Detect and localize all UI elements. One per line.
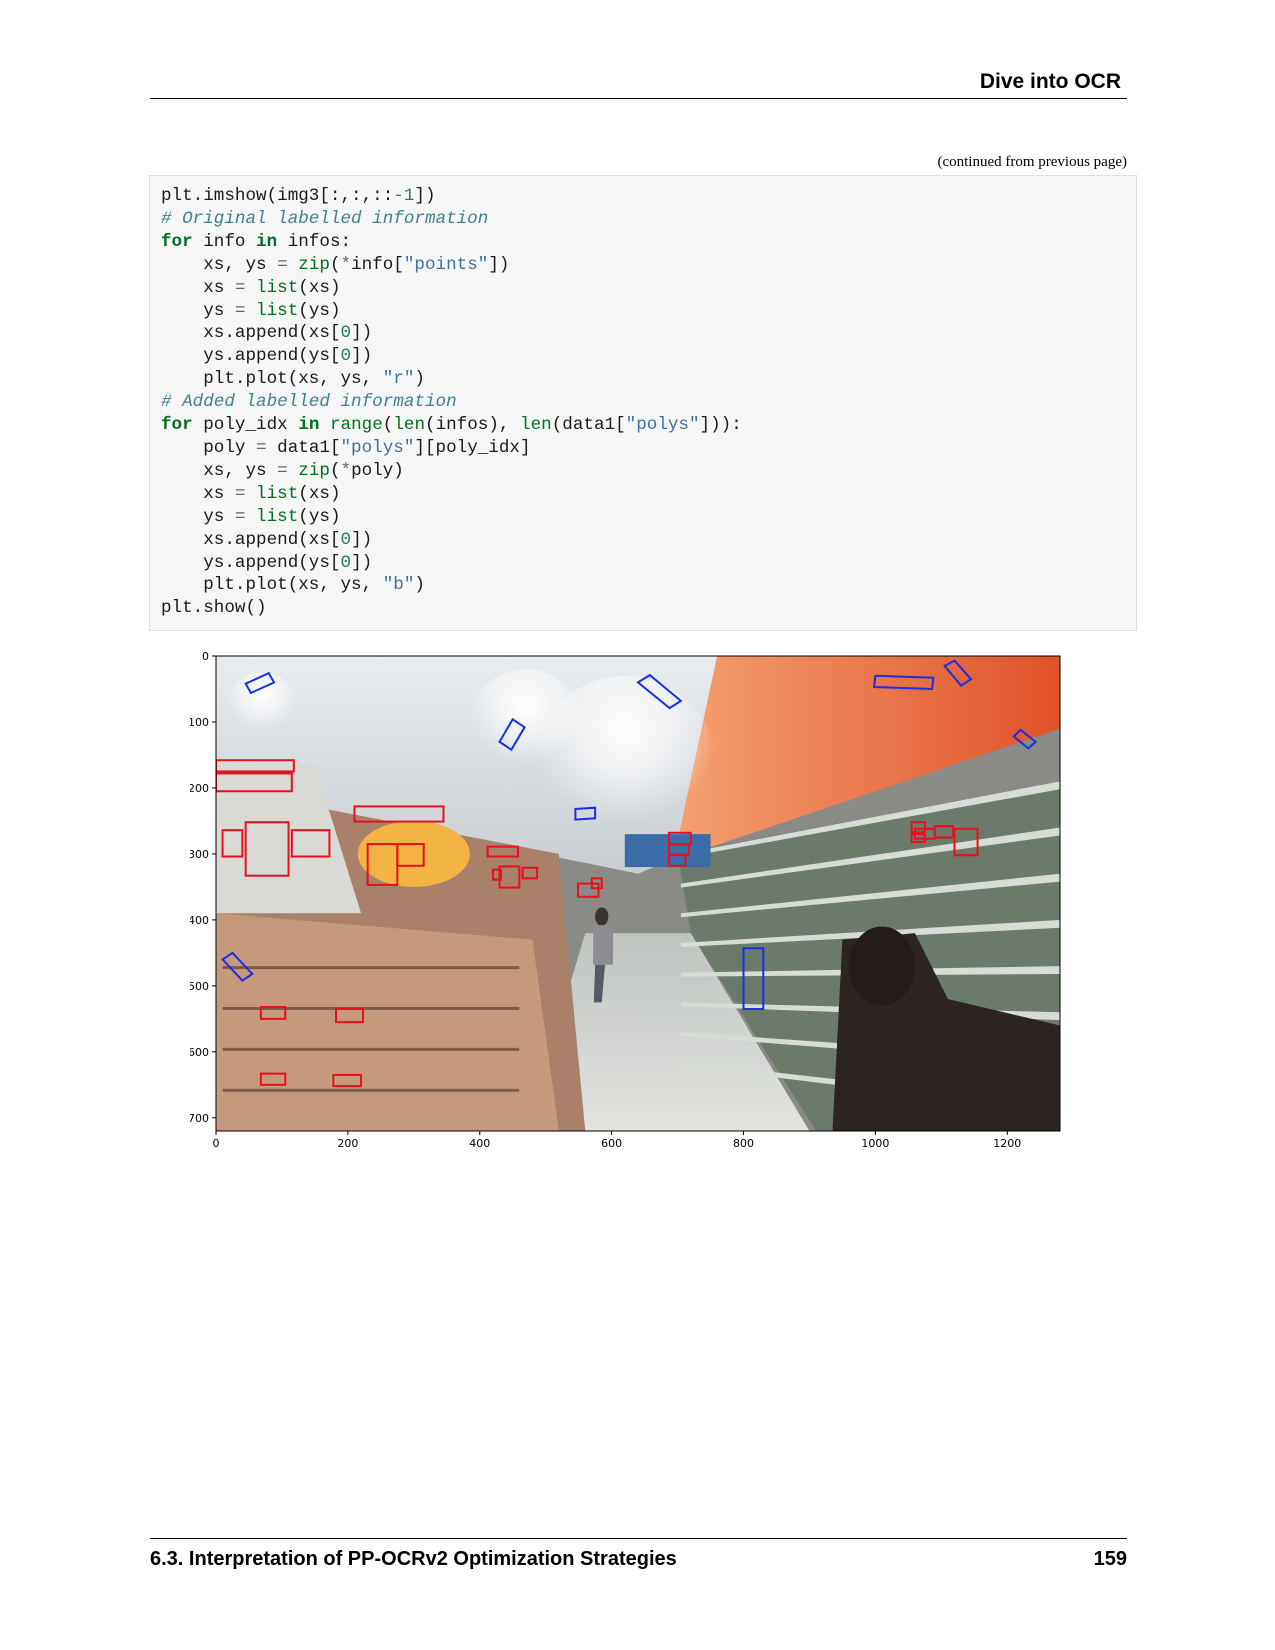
y-tick-label: 600 <box>190 1046 209 1059</box>
x-tick-label: 0 <box>213 1137 220 1150</box>
code-line: ys = list(ys) <box>161 300 341 321</box>
x-tick-label: 200 <box>337 1137 358 1150</box>
code-block: plt.imshow(img3[:,:,::-1]) # Original la… <box>149 175 1137 631</box>
code-line: ys.append(ys[0]) <box>161 346 373 367</box>
x-tick-label: 1000 <box>861 1137 889 1150</box>
x-tick-label: 1200 <box>993 1137 1021 1150</box>
code-line: plt.plot(xs, ys, "r") <box>161 369 425 390</box>
code-line: ys = list(ys) <box>161 506 341 527</box>
code-line: plt.show() <box>161 598 267 619</box>
code-line: # Original labelled information <box>161 208 489 229</box>
y-tick-label: 100 <box>190 716 209 729</box>
code-line: xs = list(xs) <box>161 483 341 504</box>
code-line: for info in infos: <box>161 231 352 252</box>
code-line: xs, ys = zip(*poly) <box>161 460 404 481</box>
y-axis: 0 100 200 300 400 500 600 700 <box>190 650 216 1125</box>
price-burst <box>357 820 470 887</box>
running-footer: 6.3. Interpretation of PP-OCRv2 Optimiza… <box>150 1538 1127 1573</box>
x-tick-label: 800 <box>733 1137 754 1150</box>
code-line: for poly_idx in range(len(infos), len(da… <box>161 415 742 436</box>
y-tick-label: 500 <box>190 980 209 993</box>
footer-section-title: 6.3. Interpretation of PP-OCRv2 Optimiza… <box>150 1548 677 1570</box>
y-tick-label: 0 <box>202 650 209 663</box>
code-line: plt.imshow(img3[:,:,::-1]) <box>161 186 436 206</box>
code-line: xs.append(xs[0]) <box>161 529 373 550</box>
y-tick-label: 400 <box>190 914 209 927</box>
shopper-center <box>595 907 609 926</box>
code-text: plt.imshow(img3[:,:,::-1]) # Original la… <box>150 176 1136 620</box>
code-line: ys.append(ys[0]) <box>161 552 373 573</box>
code-line: plt.plot(xs, ys, "b") <box>161 575 425 596</box>
y-tick-label: 700 <box>190 1112 209 1125</box>
store-banner <box>624 834 711 868</box>
ocr-annotation-figure: 0 200 400 600 800 1000 1200 0 100 200 300 400 500 60… <box>190 650 1130 1170</box>
code-line: xs.append(xs[0]) <box>161 323 373 344</box>
continued-note: (continued from previous page) <box>937 154 1127 170</box>
code-line: # Added labelled information <box>161 392 457 413</box>
x-axis: 0 200 400 600 800 1000 1200 <box>213 1131 1021 1150</box>
code-line: poly = data1["polys"][poly_idx] <box>161 437 531 458</box>
y-tick-label: 200 <box>190 782 209 795</box>
page-number: 159 <box>1093 1548 1127 1570</box>
code-line: xs = list(xs) <box>161 277 341 298</box>
code-line: xs, ys = zip(*info["points"]) <box>161 254 510 275</box>
running-header: Dive into OCR <box>150 68 1127 99</box>
store-photo <box>216 656 1060 1131</box>
x-tick-label: 600 <box>601 1137 622 1150</box>
figure-svg: 0 200 400 600 800 1000 1200 0 100 200 300 400 500 60… <box>190 650 1061 1150</box>
header-title: Dive into OCR <box>979 70 1121 93</box>
x-tick-label: 400 <box>469 1137 490 1150</box>
y-tick-label: 300 <box>190 848 209 861</box>
